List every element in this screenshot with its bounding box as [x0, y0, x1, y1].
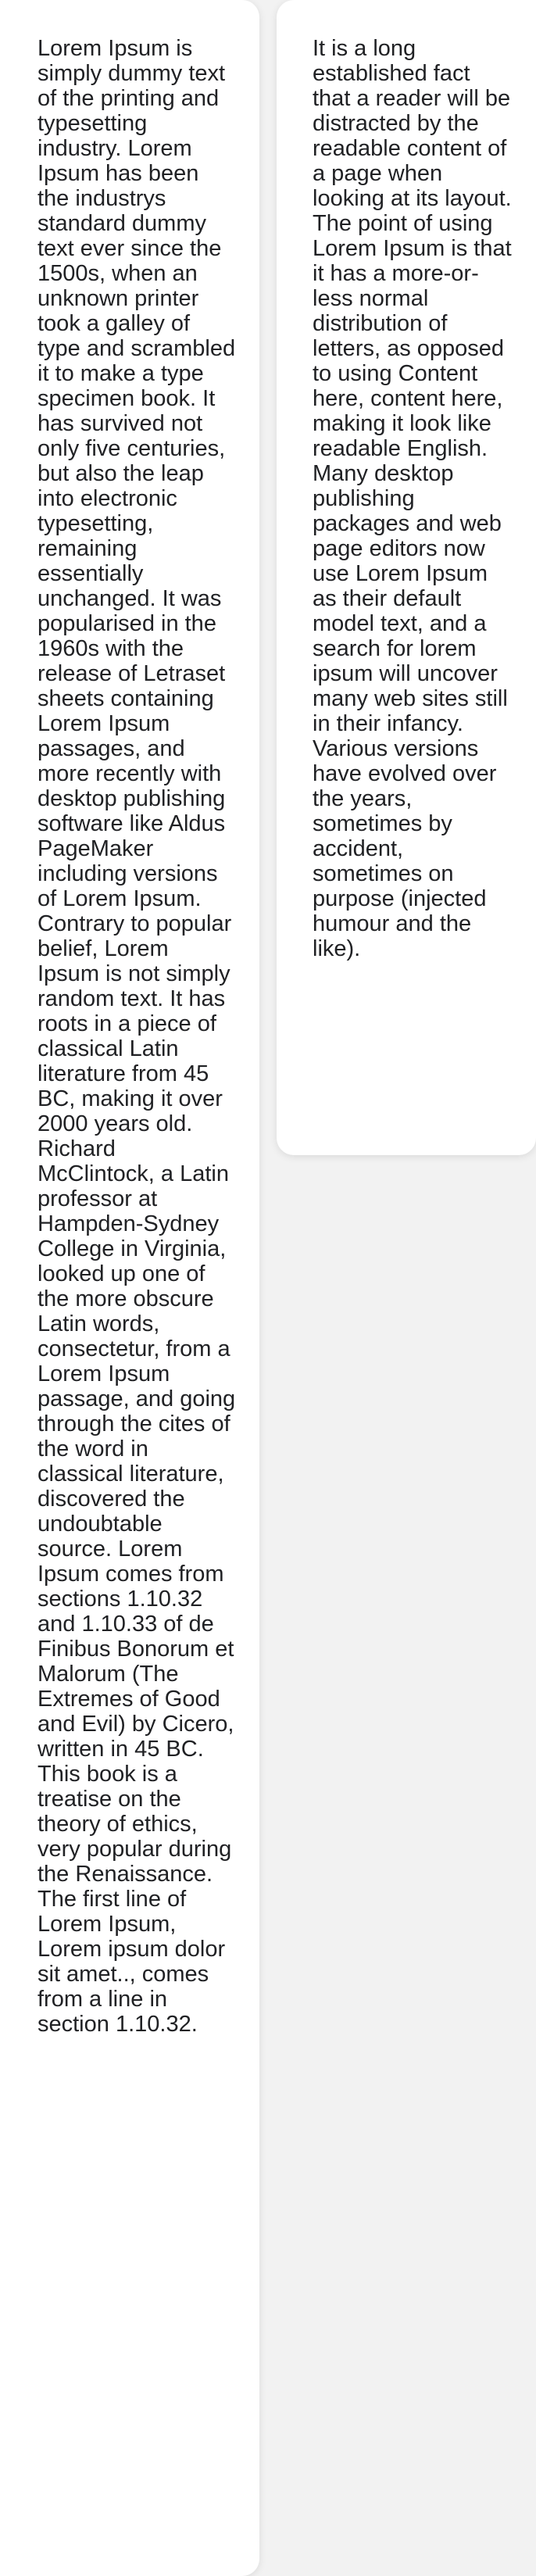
card-body-text: It is a long established fact that a rea… [313, 36, 512, 961]
card-body-text: Lorem Ipsum is simply dummy text of the … [38, 36, 236, 2037]
content-card-right: It is a long established fact that a rea… [277, 0, 536, 1155]
content-card-left: Lorem Ipsum is simply dummy text of the … [0, 0, 259, 2576]
